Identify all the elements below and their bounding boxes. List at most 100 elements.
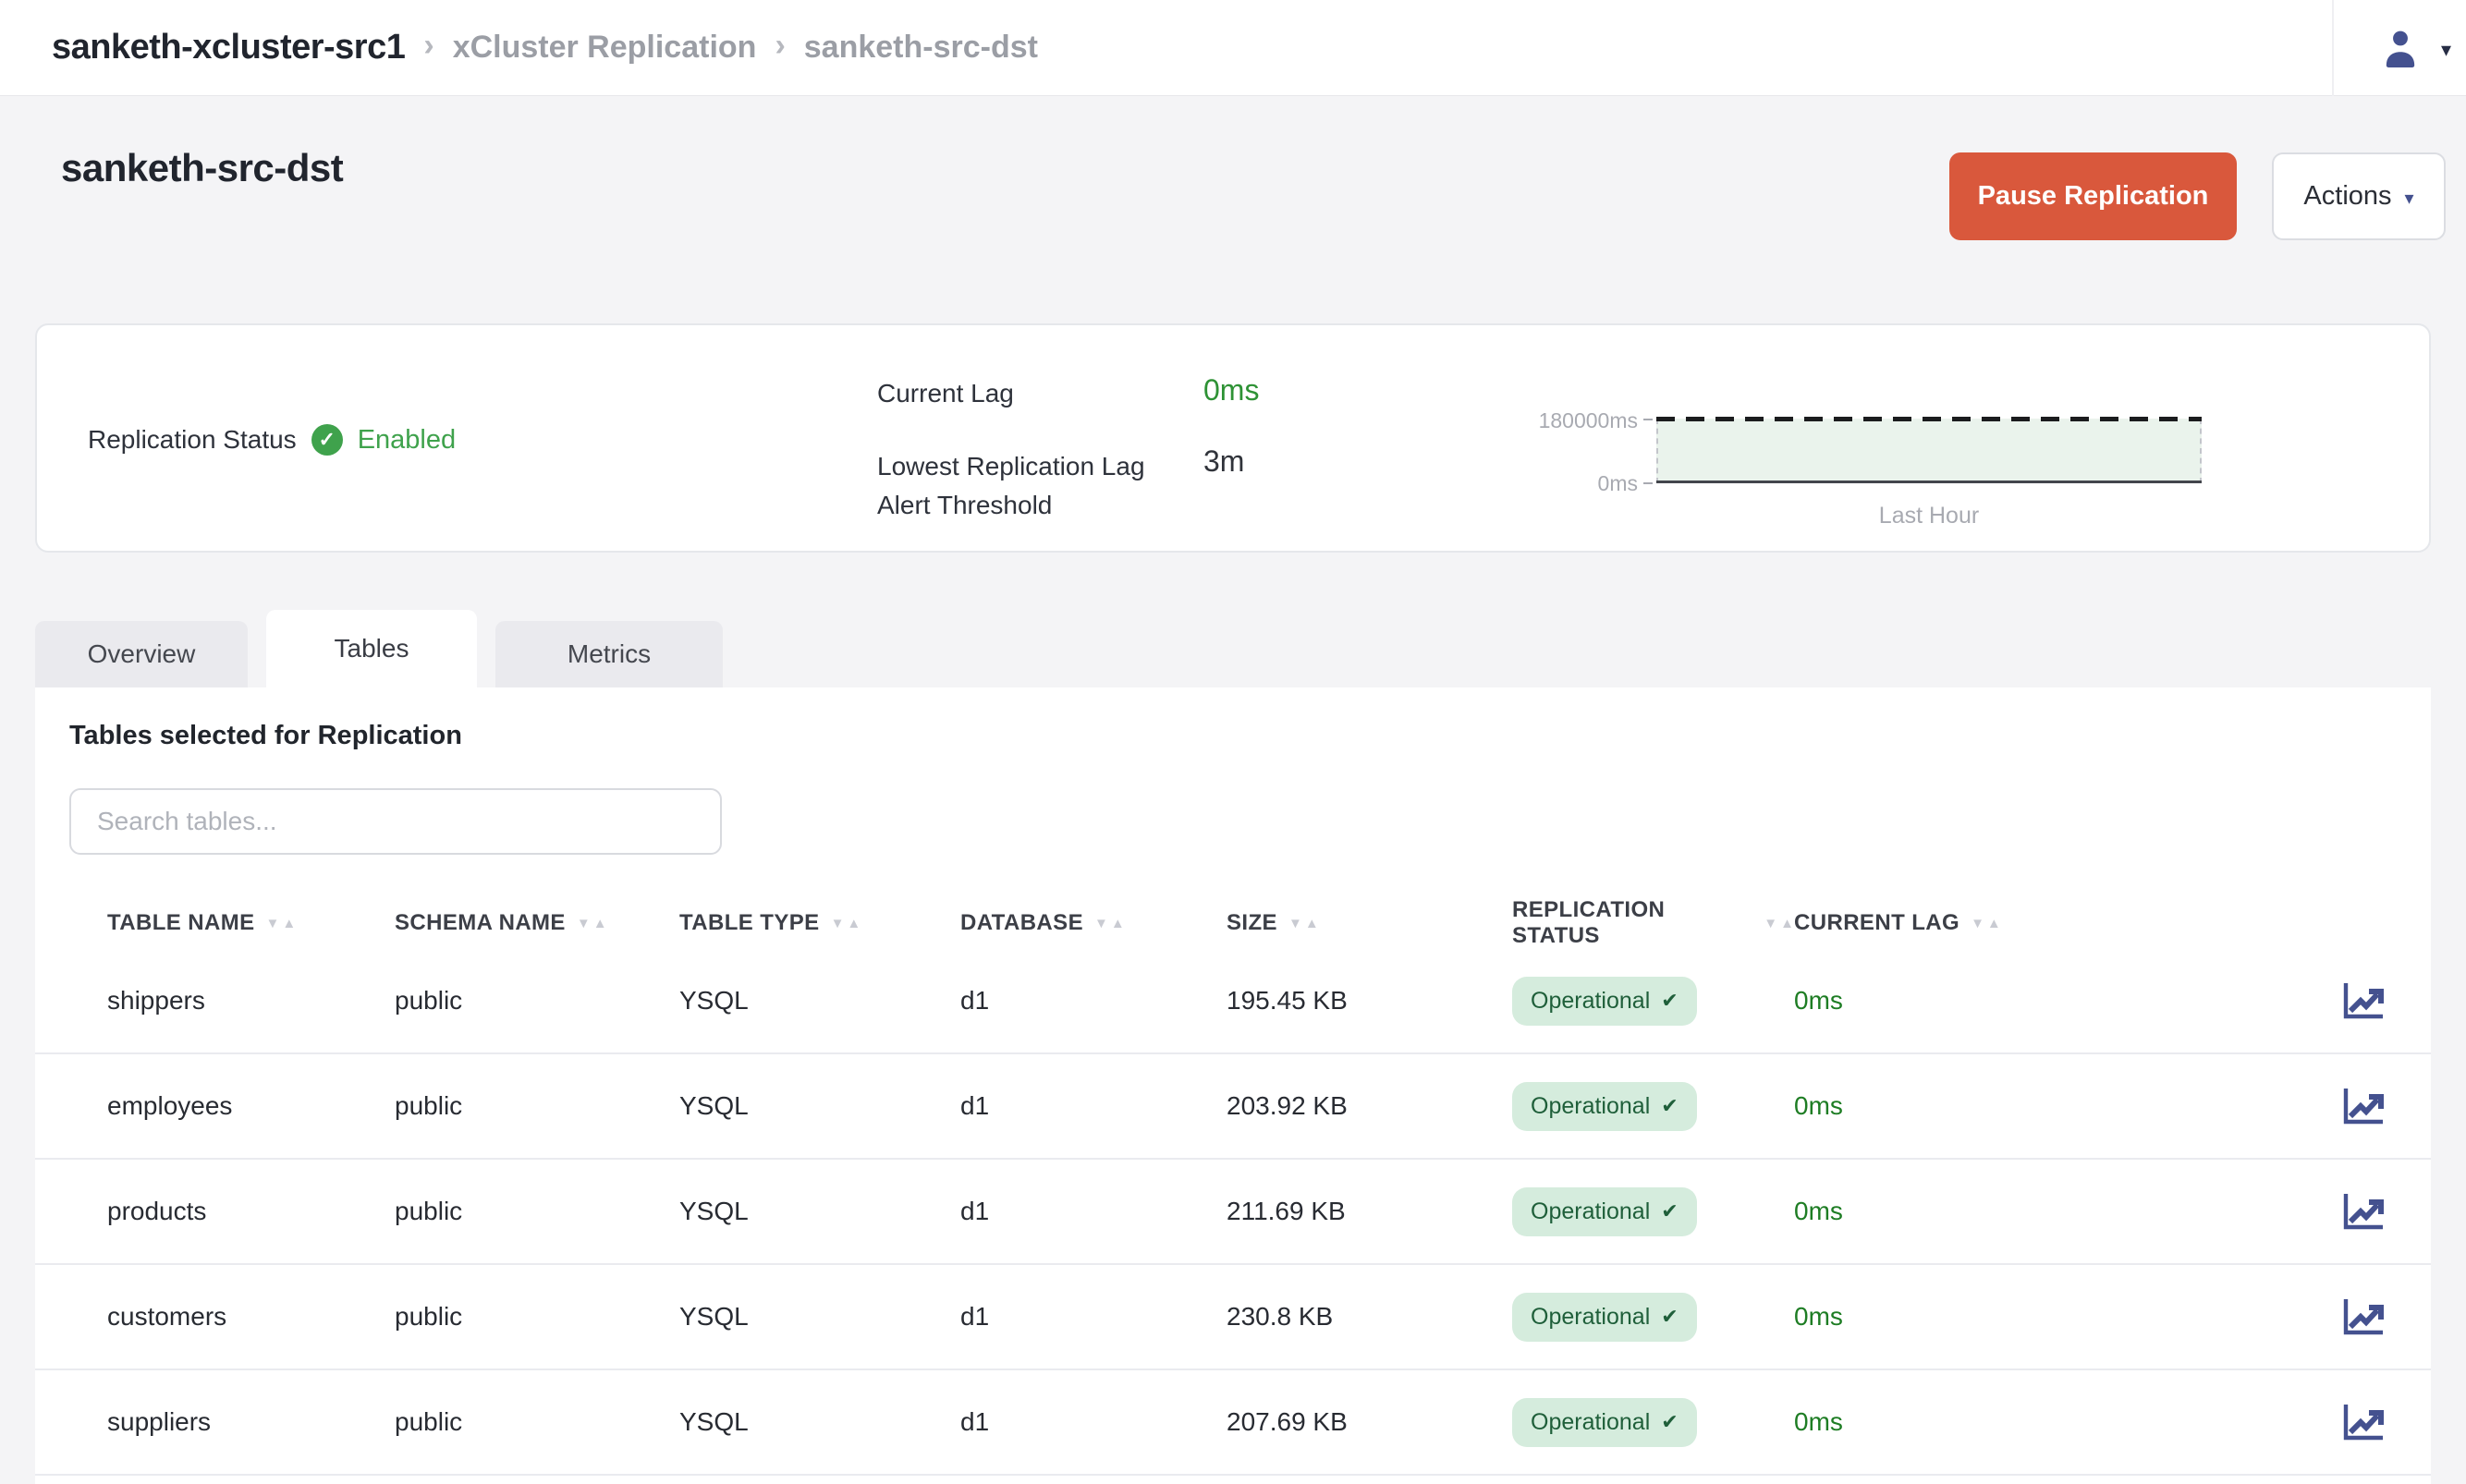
tab-overview[interactable]: Overview bbox=[35, 621, 248, 687]
replication-status-label: Replication Status bbox=[88, 425, 297, 455]
cell-database: d1 bbox=[960, 1091, 1227, 1121]
table-header-cell[interactable]: TABLE NAME ▼ ▲ bbox=[107, 910, 395, 936]
table-header-label: SIZE bbox=[1227, 910, 1277, 936]
badge-check-icon: ✔ bbox=[1661, 989, 1678, 1013]
sort-ascending-icon: ▲ bbox=[593, 917, 607, 931]
table-header-cell[interactable]: SIZE ▼ ▲ bbox=[1227, 910, 1512, 936]
cell-database: d1 bbox=[960, 1197, 1227, 1226]
current-lag-label: Current Lag bbox=[877, 379, 1228, 408]
pause-replication-button[interactable]: Pause Replication bbox=[1949, 152, 2237, 240]
cell-table-type: YSQL bbox=[679, 1302, 960, 1332]
table-header-cell[interactable]: CURRENT LAG ▼ ▲ bbox=[1794, 910, 2316, 936]
cell-replication-status: Operational ✔ bbox=[1512, 1082, 1794, 1131]
search-tables-input[interactable] bbox=[69, 788, 722, 855]
badge-check-icon: ✔ bbox=[1661, 1199, 1678, 1223]
sort-icons: ▼ ▲ bbox=[1764, 917, 1794, 931]
breadcrumb-separator-icon: › bbox=[775, 28, 785, 64]
replication-status-card: Replication Status ✓ Enabled Current Lag… bbox=[35, 323, 2431, 553]
status-badge-label: Operational bbox=[1531, 1304, 1650, 1331]
cell-current-lag: 0ms bbox=[1794, 1407, 2316, 1437]
table-header-label: CURRENT LAG bbox=[1794, 910, 1959, 936]
table-header-row: TABLE NAME ▼ ▲ SCHEMA NAME ▼ ▲ TABLE TYP… bbox=[35, 897, 2431, 949]
lag-chart-ymax-label: 180000ms bbox=[1508, 408, 1638, 433]
line-chart-icon bbox=[2342, 1192, 2387, 1231]
table-header-cell[interactable]: DATABASE ▼ ▲ bbox=[960, 910, 1227, 936]
row-metrics-button[interactable] bbox=[2316, 981, 2387, 1020]
alert-threshold-label-line1: Lowest Replication Lag bbox=[877, 452, 1145, 480]
badge-check-icon: ✔ bbox=[1661, 1305, 1678, 1329]
lag-chart-ymin-label: 0ms bbox=[1508, 471, 1638, 496]
tab-metrics[interactable]: Metrics bbox=[495, 621, 723, 687]
cell-schema-name: public bbox=[395, 1091, 679, 1121]
lag-chart-tick bbox=[1643, 419, 1653, 420]
tables-panel: Tables selected for Replication TABLE NA… bbox=[35, 687, 2431, 1484]
breadcrumb: sanketh-xcluster-src1 › xCluster Replica… bbox=[52, 28, 1038, 67]
lag-chart-plot-area bbox=[1656, 419, 2202, 483]
sort-ascending-icon: ▲ bbox=[282, 917, 296, 931]
row-metrics-button[interactable] bbox=[2316, 1297, 2387, 1336]
table-header-cell[interactable]: REPLICATION STATUS ▼ ▲ bbox=[1512, 897, 1794, 949]
breadcrumb-current-page: sanketh-src-dst bbox=[804, 30, 1038, 66]
cell-current-lag: 0ms bbox=[1794, 1197, 2316, 1226]
panel-heading: Tables selected for Replication bbox=[69, 721, 2431, 751]
sort-descending-icon: ▼ bbox=[831, 917, 845, 931]
sort-ascending-icon: ▲ bbox=[1305, 917, 1319, 931]
sort-ascending-icon: ▲ bbox=[847, 917, 861, 931]
badge-check-icon: ✔ bbox=[1661, 1094, 1678, 1118]
breadcrumb-cluster-link[interactable]: sanketh-xcluster-src1 bbox=[52, 28, 405, 67]
lag-values: 0ms 3m bbox=[1203, 373, 1259, 479]
status-badge-label: Operational bbox=[1531, 1093, 1650, 1120]
status-badge: Operational ✔ bbox=[1512, 1398, 1697, 1447]
line-chart-icon bbox=[2342, 981, 2387, 1020]
lag-chart-tick bbox=[1643, 482, 1653, 484]
sort-descending-icon: ▼ bbox=[1094, 917, 1108, 931]
cell-table-type: YSQL bbox=[679, 986, 960, 1016]
cell-replication-status: Operational ✔ bbox=[1512, 977, 1794, 1026]
row-metrics-button[interactable] bbox=[2316, 1087, 2387, 1125]
sort-icons: ▼ ▲ bbox=[1288, 917, 1319, 931]
cell-database: d1 bbox=[960, 986, 1227, 1016]
alert-threshold-label: Lowest Replication Lag Alert Threshold bbox=[877, 447, 1228, 525]
lag-threshold-dashed-line bbox=[1656, 417, 2202, 421]
cell-size: 211.69 KB bbox=[1227, 1197, 1512, 1226]
actions-button[interactable]: Actions ▾ bbox=[2272, 152, 2446, 240]
cell-current-lag: 0ms bbox=[1794, 1302, 2316, 1332]
cell-size: 230.8 KB bbox=[1227, 1302, 1512, 1332]
table-header-label: TABLE NAME bbox=[107, 910, 255, 936]
cell-schema-name: public bbox=[395, 1197, 679, 1226]
cell-schema-name: public bbox=[395, 986, 679, 1016]
table-header-label: SCHEMA NAME bbox=[395, 910, 566, 936]
lag-chart-x-label: Last Hour bbox=[1656, 503, 2202, 529]
cell-database: d1 bbox=[960, 1407, 1227, 1437]
cell-replication-status: Operational ✔ bbox=[1512, 1187, 1794, 1236]
cell-table-type: YSQL bbox=[679, 1091, 960, 1121]
alert-threshold-label-line2: Alert Threshold bbox=[877, 491, 1052, 519]
line-chart-icon bbox=[2342, 1087, 2387, 1125]
user-menu-button[interactable]: ▾ bbox=[2334, 0, 2466, 95]
status-badge: Operational ✔ bbox=[1512, 1187, 1697, 1236]
alert-threshold-value: 3m bbox=[1203, 444, 1259, 479]
sort-icons: ▼ ▲ bbox=[266, 917, 297, 931]
table-header-cell[interactable]: TABLE TYPE ▼ ▲ bbox=[679, 910, 960, 936]
table-row: customers public YSQL d1 230.8 KB Operat… bbox=[35, 1265, 2431, 1370]
row-metrics-button[interactable] bbox=[2316, 1403, 2387, 1441]
table-row: shippers public YSQL d1 195.45 KB Operat… bbox=[35, 949, 2431, 1054]
cell-size: 203.92 KB bbox=[1227, 1091, 1512, 1121]
sort-icons: ▼ ▲ bbox=[831, 917, 861, 931]
breadcrumb-section-link[interactable]: xCluster Replication bbox=[453, 30, 757, 66]
tab-tables[interactable]: Tables bbox=[266, 610, 477, 687]
row-metrics-button[interactable] bbox=[2316, 1192, 2387, 1231]
actions-button-label: Actions bbox=[2303, 181, 2391, 212]
sort-descending-icon: ▼ bbox=[1288, 917, 1302, 931]
line-chart-icon bbox=[2342, 1297, 2387, 1336]
navbar-right: ▾ bbox=[2332, 0, 2466, 95]
page-title: sanketh-src-dst bbox=[61, 146, 343, 190]
status-badge: Operational ✔ bbox=[1512, 1293, 1697, 1342]
cell-table-name: customers bbox=[107, 1302, 395, 1332]
table-header-cell[interactable]: SCHEMA NAME ▼ ▲ bbox=[395, 910, 679, 936]
top-navbar: sanketh-xcluster-src1 › xCluster Replica… bbox=[0, 0, 2466, 96]
cell-replication-status: Operational ✔ bbox=[1512, 1398, 1794, 1447]
table-header-label: REPLICATION STATUS bbox=[1512, 897, 1752, 949]
cell-table-name: shippers bbox=[107, 986, 395, 1016]
cell-table-type: YSQL bbox=[679, 1197, 960, 1226]
